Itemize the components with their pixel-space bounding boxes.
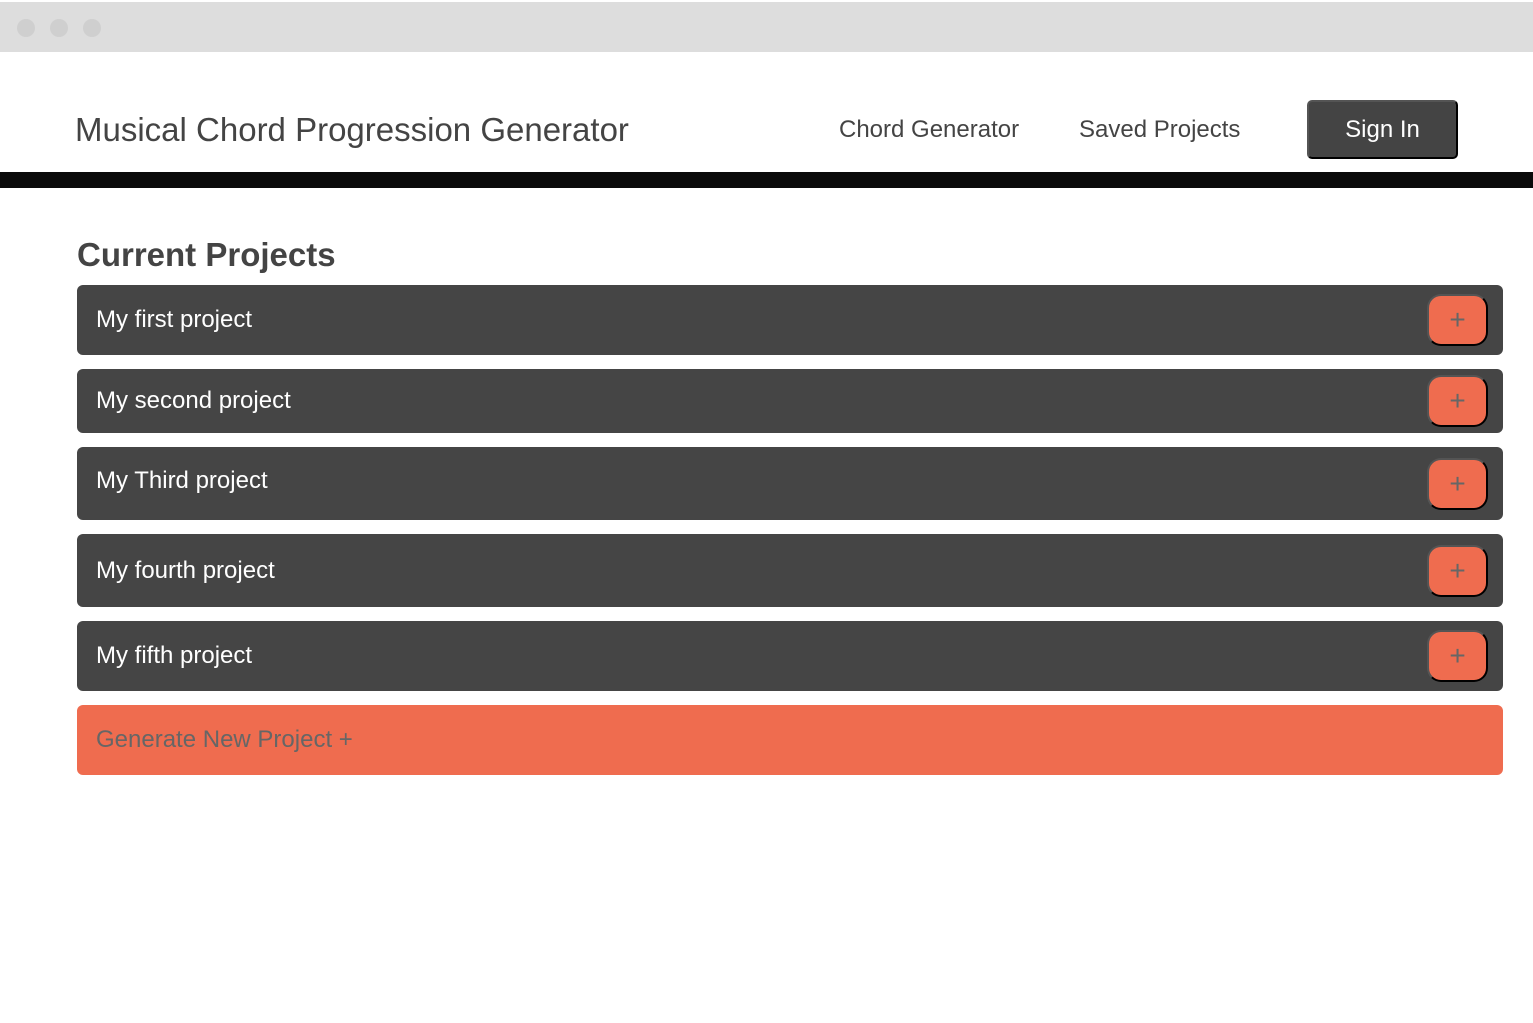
project-label: My fourth project xyxy=(96,556,275,584)
window-minimize-dot-icon[interactable] xyxy=(50,19,68,37)
project-row[interactable]: My fourth project + xyxy=(77,534,1503,607)
browser-title-bar xyxy=(0,0,1533,52)
plus-icon: + xyxy=(1449,304,1466,335)
add-to-project-button[interactable]: + xyxy=(1427,630,1488,682)
window-maximize-dot-icon[interactable] xyxy=(83,19,101,37)
add-to-project-button[interactable]: + xyxy=(1427,294,1488,346)
project-label: My second project xyxy=(96,387,291,414)
generate-new-project-label: Generate New Project + xyxy=(96,726,353,753)
project-row[interactable]: My first project + xyxy=(77,285,1503,355)
project-row[interactable]: My Third project + xyxy=(77,447,1503,520)
plus-icon: + xyxy=(1449,467,1466,499)
window-close-dot-icon[interactable] xyxy=(17,19,35,37)
sign-in-button[interactable]: Sign In xyxy=(1307,100,1458,159)
add-to-project-button[interactable]: + xyxy=(1427,457,1488,510)
header-divider xyxy=(0,172,1533,188)
generate-new-project-button[interactable]: Generate New Project + xyxy=(77,705,1503,775)
section-heading-current-projects: Current Projects xyxy=(77,236,336,273)
plus-icon: + xyxy=(1449,385,1466,416)
site-title: Musical Chord Progression Generator xyxy=(75,111,629,148)
nav-link-saved-projects[interactable]: Saved Projects xyxy=(1079,115,1240,145)
project-label: My Third project xyxy=(96,466,268,494)
project-row[interactable]: My fifth project + xyxy=(77,621,1503,691)
project-label: My fifth project xyxy=(96,642,253,669)
site-header: Musical Chord Progression Generator Chor… xyxy=(0,52,1533,172)
project-row[interactable]: My second project + xyxy=(77,369,1503,433)
nav-link-chord-generator[interactable]: Chord Generator xyxy=(839,115,1019,145)
project-label: My first project xyxy=(96,306,253,333)
add-to-project-button[interactable]: + xyxy=(1427,375,1488,427)
add-to-project-button[interactable]: + xyxy=(1427,544,1488,597)
plus-icon: + xyxy=(1449,554,1466,586)
plus-icon: + xyxy=(1449,640,1466,671)
